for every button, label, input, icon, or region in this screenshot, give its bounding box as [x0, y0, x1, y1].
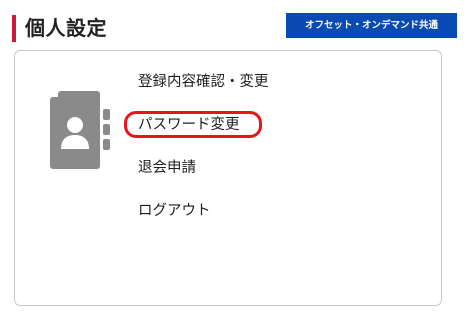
menu-item-label: パスワード変更 [138, 117, 240, 133]
menu-item-label: ログアウト [138, 203, 211, 219]
menu-item-withdraw[interactable]: 退会申請 [138, 147, 269, 190]
menu-item-label: 退会申請 [138, 160, 196, 176]
title-accent-bar [12, 15, 16, 42]
settings-card: 登録内容確認・変更 パスワード変更 退会申請 ログアウト [14, 50, 442, 306]
menu-item-logout[interactable]: ログアウト [138, 190, 269, 233]
settings-menu: 登録内容確認・変更 パスワード変更 退会申請 ログアウト [124, 61, 269, 233]
scope-badge: オフセット・オンデマンド共通 [286, 13, 457, 38]
menu-item-edit-profile[interactable]: 登録内容確認・変更 [138, 61, 269, 104]
address-book-icon [50, 91, 110, 169]
page-header: 個人設定 オフセット・オンデマンド共通 [12, 12, 462, 46]
menu-item-label: 登録内容確認・変更 [138, 74, 269, 90]
menu-item-change-password[interactable]: パスワード変更 [124, 104, 269, 147]
page-title: 個人設定 [25, 16, 107, 40]
